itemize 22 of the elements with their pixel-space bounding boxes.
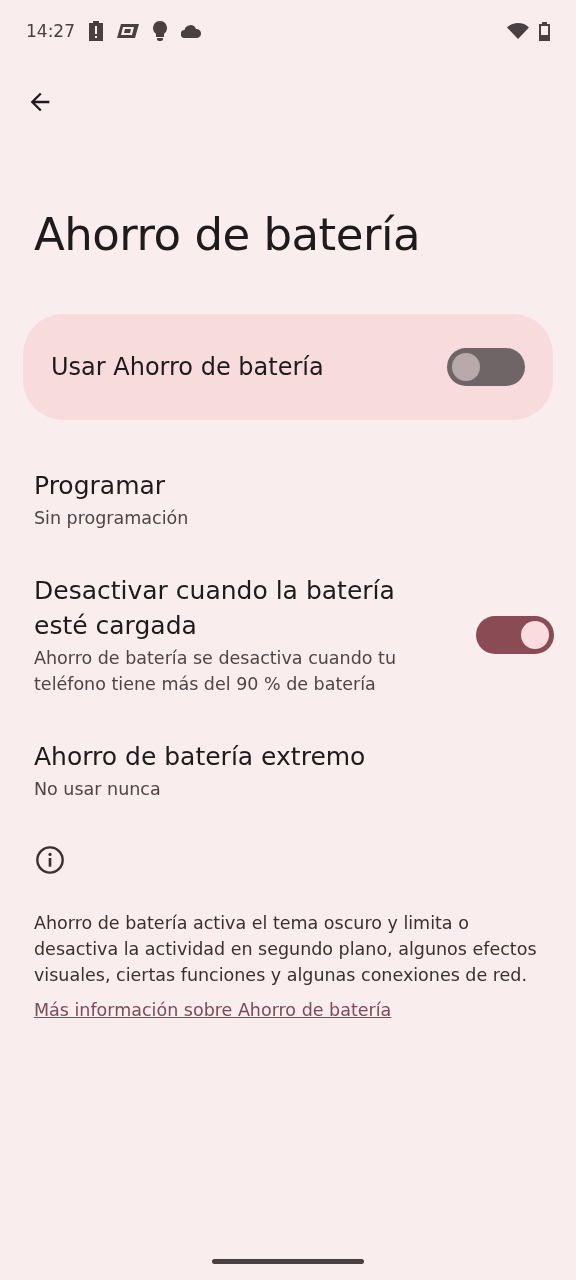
gesture-handle[interactable] [212, 1259, 364, 1264]
setting-summary: Ahorro de batería se desactiva cuando tu teléfono tiene más del 90 % de batería [34, 647, 397, 696]
badge-icon [117, 24, 139, 38]
lightbulb-icon [153, 21, 167, 41]
info-text: Ahorro de batería activa el tema oscuro y limita o desactiva la actividad en segundo plano, algunos efectos visuales, ciertas funciones y algunas conexiones de red. [34, 912, 538, 987]
wifi-icon [507, 23, 529, 39]
main-switch-card[interactable]: Usar Ahorro de batería [23, 314, 553, 420]
clock: 14:27 [26, 21, 75, 41]
setting-summary: No usar nunca [34, 778, 162, 801]
setting-title[interactable]: Desactivar cuando la batería esté cargada [34, 573, 436, 643]
battery-alert-icon [89, 21, 103, 41]
setting-summary: Sin programación [34, 507, 190, 530]
setting-title[interactable]: Ahorro de batería extremo [34, 739, 554, 774]
battery-icon [539, 21, 550, 41]
setting-title[interactable]: Programar [34, 468, 554, 503]
info-icon [34, 844, 66, 876]
learn-more-link[interactable]: Más información sobre Ahorro de batería [34, 1000, 392, 1020]
page-title: Ahorro de batería [34, 208, 421, 262]
toggle-switch[interactable] [476, 616, 554, 654]
toggle-switch[interactable] [447, 348, 525, 386]
switch-label: Usar Ahorro de batería [51, 353, 325, 381]
cloud-icon [181, 24, 201, 38]
